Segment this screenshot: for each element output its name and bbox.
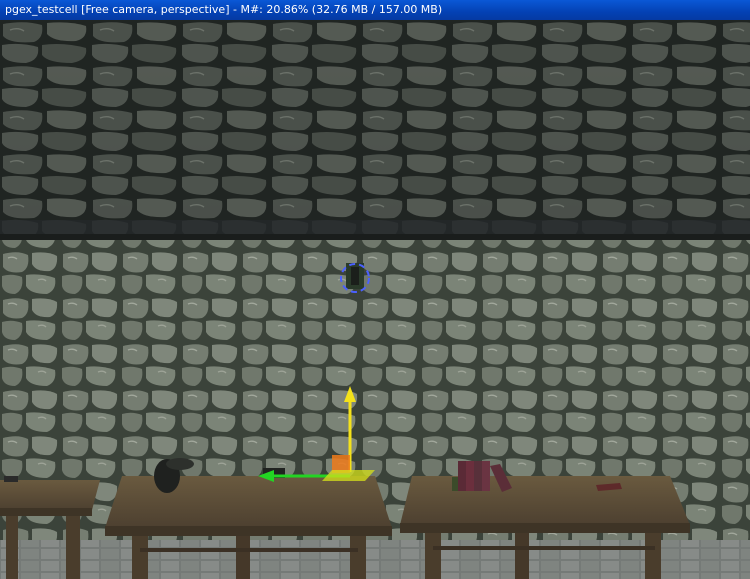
window-titlebar[interactable]: pgex_testcell [Free camera, perspective]… [0, 0, 750, 20]
left-edge-object [4, 476, 18, 482]
editor-window: pgex_testcell [Free camera, perspective]… [0, 0, 750, 579]
render-viewport[interactable] [0, 20, 750, 579]
floor-surface [0, 540, 750, 579]
ceiling-surface [0, 20, 750, 242]
window-title: pgex_testcell [Free camera, perspective]… [5, 3, 443, 16]
